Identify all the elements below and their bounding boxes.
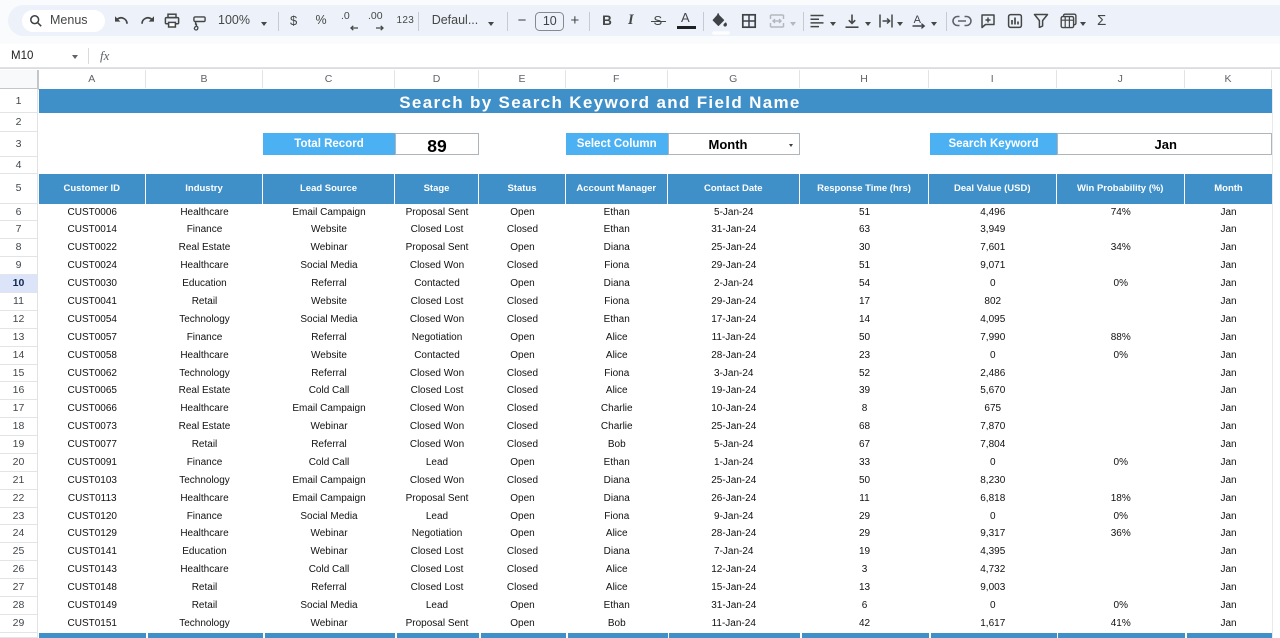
svg-text:A: A bbox=[913, 14, 921, 26]
